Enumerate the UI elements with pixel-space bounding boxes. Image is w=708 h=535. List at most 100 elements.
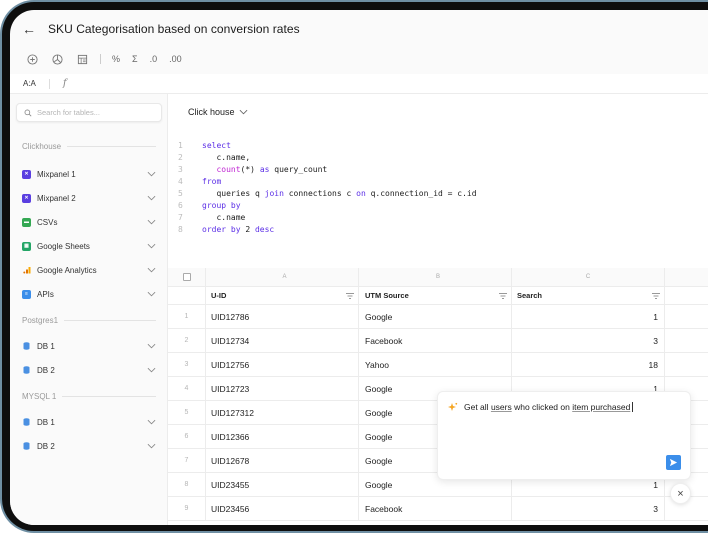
- cell-utm-source[interactable]: Facebook: [359, 329, 512, 352]
- sidebar-item[interactable]: ▬ CSVs: [22, 214, 156, 230]
- prompt-text: Get all: [464, 402, 491, 412]
- source-dropdown[interactable]: Click house: [188, 107, 248, 117]
- prompt-entity-token[interactable]: users: [491, 402, 512, 412]
- sidebar-item[interactable]: ✕ Mixpanel 1: [22, 166, 156, 182]
- sql-text: 2: [240, 225, 255, 234]
- formatbar-divider: [48, 78, 50, 89]
- sql-text: connections c: [283, 189, 357, 198]
- close-button[interactable]: ×: [670, 483, 691, 504]
- column-header-search[interactable]: Search: [512, 287, 665, 304]
- sql-function: count: [216, 165, 241, 174]
- column-letter[interactable]: C: [512, 268, 665, 286]
- sidebar-item[interactable]: ▦ Google Sheets: [22, 238, 156, 254]
- filter-icon[interactable]: [499, 292, 507, 299]
- sidebar-group-label: Clickhouse: [22, 142, 156, 151]
- decimal-one-button[interactable]: .0: [150, 54, 158, 64]
- cell-uid[interactable]: UID23455: [206, 473, 359, 496]
- sidebar-item[interactable]: Google Analytics: [22, 262, 156, 278]
- chevron-down-icon[interactable]: [147, 243, 156, 249]
- arrow-left-icon[interactable]: ←: [22, 22, 36, 36]
- filter-icon[interactable]: [652, 292, 660, 299]
- cell-search[interactable]: 3: [512, 329, 665, 352]
- sum-button[interactable]: Σ: [132, 54, 138, 64]
- sql-editor[interactable]: 1 select 2 c.name, 3 count (*) as query_coun…: [178, 140, 477, 236]
- chevron-down-icon[interactable]: [147, 195, 156, 201]
- search-icon: [24, 109, 32, 116]
- column-header-uid[interactable]: U-ID: [206, 287, 359, 304]
- empty-cell: [665, 329, 708, 352]
- cell-search[interactable]: 18: [512, 353, 665, 376]
- send-button[interactable]: [666, 455, 681, 470]
- cell-uid[interactable]: UID12786: [206, 305, 359, 328]
- source-label: Click house: [188, 107, 235, 117]
- percent-button[interactable]: %: [112, 54, 120, 64]
- prompt-text: who clicked on: [511, 402, 573, 412]
- sidebar-item-label: Mixpanel 2: [37, 193, 76, 203]
- cell-uid[interactable]: UID12366: [206, 425, 359, 448]
- add-circle-icon[interactable]: [25, 52, 39, 66]
- prompt-entity-token[interactable]: item purchased: [572, 402, 630, 412]
- code-line: 4 from: [178, 176, 477, 188]
- cell-uid[interactable]: UID127312: [206, 401, 359, 424]
- sidebar-item-label: Google Analytics: [37, 265, 97, 275]
- pie-chart-icon[interactable]: [50, 52, 64, 66]
- cell-search[interactable]: 1: [512, 305, 665, 328]
- chevron-down-icon[interactable]: [147, 219, 156, 225]
- code-line: 7 c.name: [178, 212, 477, 224]
- format-bar: A:A f: [10, 74, 708, 94]
- chevron-down-icon[interactable]: [147, 419, 156, 425]
- function-icon[interactable]: f: [63, 78, 67, 89]
- sql-text: queries q: [202, 189, 265, 198]
- group-label-text: Postgres1: [22, 316, 59, 325]
- cell-uid[interactable]: UID23456: [206, 497, 359, 520]
- sidebar-item[interactable]: DB 2: [22, 438, 156, 454]
- code-line: 6 group by: [178, 200, 477, 212]
- cell-utm-source[interactable]: Yahoo: [359, 353, 512, 376]
- empty-column: [665, 268, 708, 286]
- sidebar-item[interactable]: ✕ Mixpanel 2: [22, 190, 156, 206]
- line-number: 7: [178, 213, 183, 222]
- select-all-cell[interactable]: [168, 268, 206, 286]
- sidebar-item[interactable]: DB 1: [22, 414, 156, 430]
- column-letter[interactable]: B: [359, 268, 512, 286]
- close-icon: ×: [677, 487, 684, 500]
- sparkle-icon: [448, 402, 458, 411]
- prompt-input[interactable]: Get all users who clicked on item purcha…: [448, 402, 634, 412]
- cell-utm-source[interactable]: Facebook: [359, 497, 512, 520]
- sidebar-item[interactable]: DB 1: [22, 338, 156, 354]
- sql-keyword: join: [264, 189, 284, 198]
- line-number: 5: [178, 189, 183, 198]
- decimal-two-button[interactable]: .00: [169, 54, 182, 64]
- calculator-icon[interactable]: [75, 52, 89, 66]
- chevron-down-icon[interactable]: [147, 267, 156, 273]
- chevron-down-icon[interactable]: [147, 291, 156, 297]
- sql-keyword: group by: [202, 201, 241, 210]
- chevron-down-icon[interactable]: [147, 171, 156, 177]
- cell-utm-source[interactable]: Google: [359, 305, 512, 328]
- column-header-utm-source[interactable]: UTM Source: [359, 287, 512, 304]
- chevron-down-icon[interactable]: [147, 443, 156, 449]
- sql-keyword: from: [202, 177, 222, 186]
- cell-search[interactable]: 3: [512, 497, 665, 520]
- cell-uid[interactable]: UID12756: [206, 353, 359, 376]
- chevron-down-icon[interactable]: [147, 343, 156, 349]
- table-search[interactable]: [16, 103, 162, 122]
- row-number: 8: [168, 473, 206, 496]
- sidebar-item[interactable]: DB 2: [22, 362, 156, 378]
- chevron-down-icon[interactable]: [147, 367, 156, 373]
- select-all-checkbox[interactable]: [182, 273, 191, 281]
- text-case-button[interactable]: A:A: [23, 79, 36, 88]
- sidebar-item-label: Mixpanel 1: [37, 169, 76, 179]
- database-icon: [22, 366, 31, 375]
- search-input[interactable]: [37, 108, 147, 117]
- group-divider: [67, 146, 156, 147]
- cell-uid[interactable]: UID12678: [206, 449, 359, 472]
- filter-icon[interactable]: [346, 292, 354, 299]
- table-row: 1 UID12786 Google 1: [168, 305, 708, 329]
- header-label: U-ID: [211, 291, 227, 300]
- column-letter[interactable]: A: [206, 268, 359, 286]
- line-number: 4: [178, 177, 183, 186]
- sidebar-item[interactable]: ≡ APIs: [22, 286, 156, 302]
- cell-uid[interactable]: UID12734: [206, 329, 359, 352]
- cell-uid[interactable]: UID12723: [206, 377, 359, 400]
